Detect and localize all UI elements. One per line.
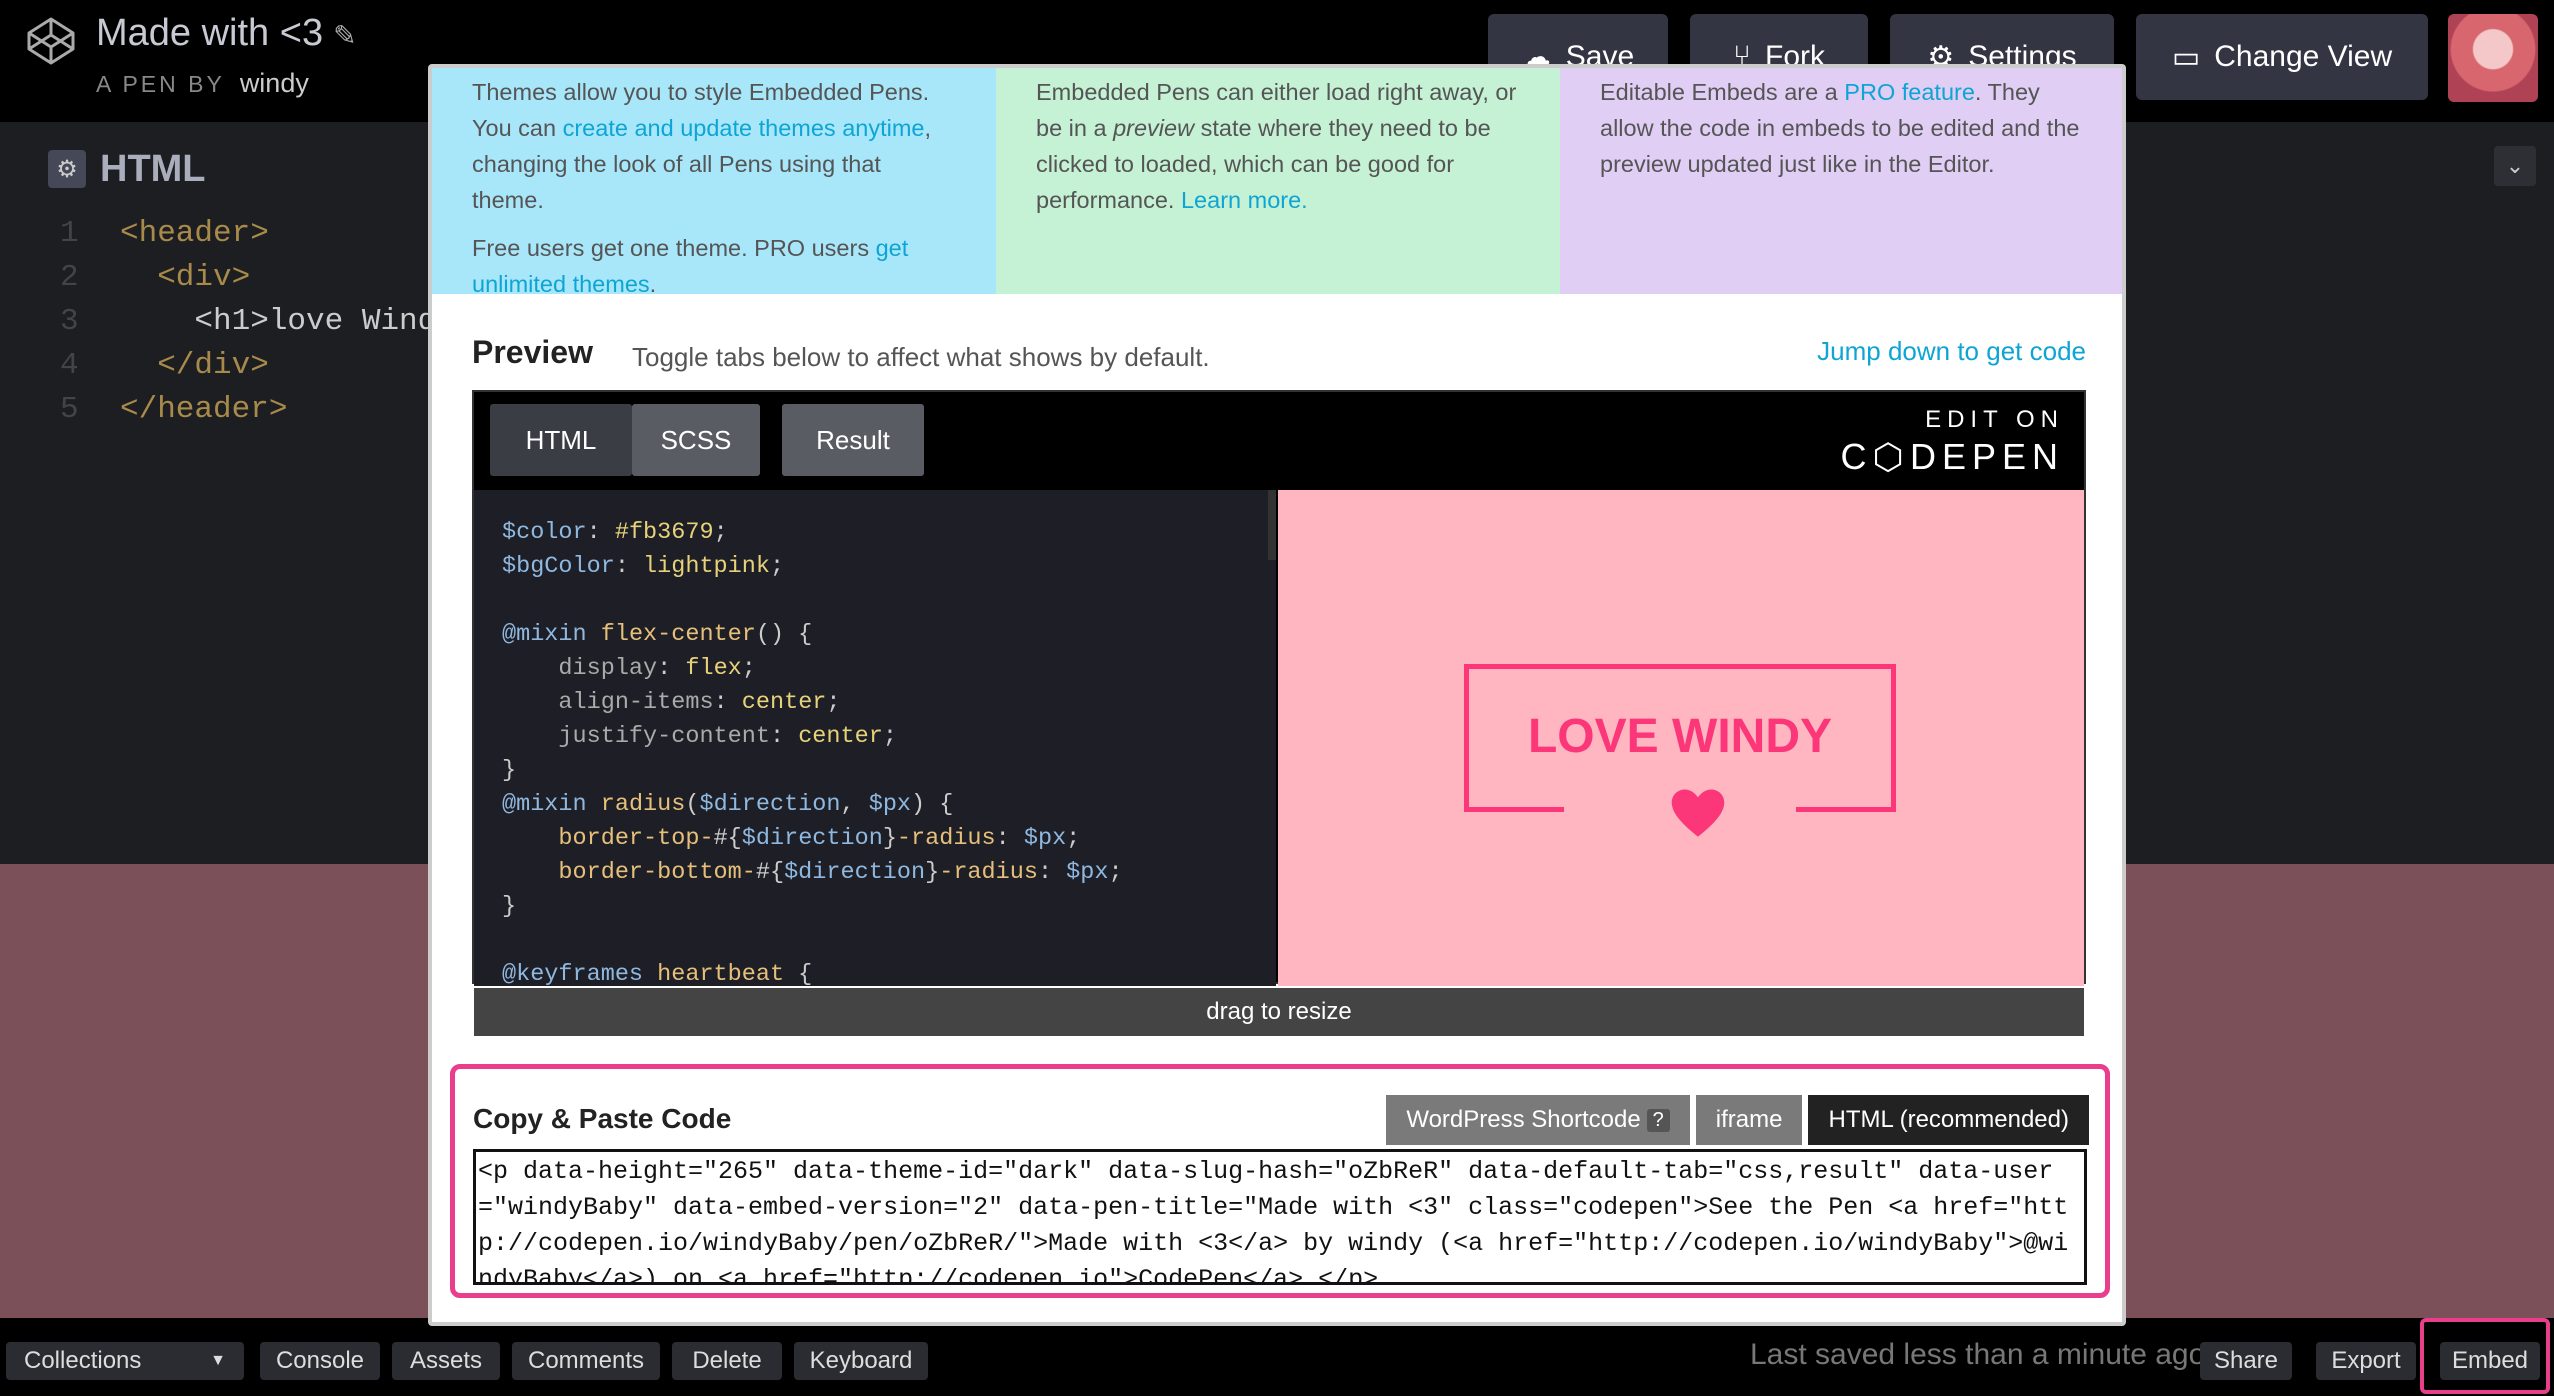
html-code[interactable]: 1 <header> 2 <div> 3 <h1>love Wind 4 </di… <box>60 212 436 432</box>
layout-icon: ▭ <box>2171 40 2201 74</box>
tab-html[interactable]: HTML <box>490 404 632 476</box>
share-button[interactable]: Share <box>2200 1342 2292 1380</box>
tab-html-recommended[interactable]: HTML (recommended) <box>1808 1095 2089 1145</box>
embed-preview: HTML SCSS Result EDIT ON C⬡DEPEN $color:… <box>472 390 2086 986</box>
preview-load-info: Embedded Pens can either load right away… <box>996 68 1560 294</box>
tab-result[interactable]: Result <box>782 404 924 476</box>
embed-tabs: HTML SCSS Result <box>490 404 924 476</box>
scss-code: $color: #fb3679; $bgColor: lightpink; @m… <box>502 519 1123 986</box>
code-line: 5 </header> <box>60 392 288 427</box>
themes-info: Themes allow you to style Embedded Pens.… <box>432 68 996 297</box>
code-line: 1 <header> <box>60 216 269 251</box>
copy-paste-section: Copy & Paste Code WordPress Shortcode? i… <box>450 1064 2110 1298</box>
pen-title[interactable]: Made with <3 ✎ <box>96 12 357 55</box>
heart-icon <box>1671 789 1725 837</box>
tab-scss[interactable]: SCSS <box>632 404 760 476</box>
footer-bar: Collections ▼ Console Assets Comments Del… <box>0 1318 2554 1396</box>
help-icon[interactable]: ? <box>1646 1108 1670 1132</box>
author-link[interactable]: windy <box>240 68 309 98</box>
jump-to-code-link[interactable]: Jump down to get code <box>1817 336 2086 367</box>
love-heading: LOVE WINDY <box>1527 710 1832 763</box>
keyboard-button[interactable]: Keyboard <box>794 1342 928 1380</box>
caret-down-icon: ▼ <box>210 1352 226 1369</box>
console-button[interactable]: Console <box>260 1342 380 1380</box>
drag-to-resize-handle[interactable]: drag to resize <box>474 988 2084 1036</box>
scrollbar[interactable] <box>1268 490 1276 560</box>
codepen-logo-icon[interactable] <box>26 16 76 66</box>
code-line: 4 </div> <box>60 348 269 383</box>
embed-code-textarea[interactable]: <p data-height="265" data-theme-id="dark… <box>473 1149 2087 1285</box>
scss-code-pane[interactable]: $color: #fb3679; $bgColor: lightpink; @m… <box>474 490 1276 986</box>
learn-more-link[interactable]: Learn more. <box>1181 187 1308 213</box>
copy-paste-title: Copy & Paste Code <box>473 1103 732 1134</box>
byline: A PEN BY windy <box>96 68 309 99</box>
avatar[interactable] <box>2448 14 2538 102</box>
pro-feature-link[interactable]: PRO feature <box>1844 79 1975 105</box>
code-line: 2 <div> <box>60 260 251 295</box>
collections-dropdown[interactable]: Collections ▼ <box>6 1342 244 1380</box>
embed-modal: Themes allow you to style Embedded Pens.… <box>428 64 2126 1326</box>
delete-button[interactable]: Delete <box>672 1342 782 1380</box>
copy-tabs: WordPress Shortcode? iframe HTML (recomm… <box>1386 1095 2089 1145</box>
tab-wordpress-shortcode[interactable]: WordPress Shortcode? <box>1386 1095 1690 1145</box>
last-saved-status: Last saved less than a minute ago <box>1750 1338 2206 1371</box>
pen-title-text: Made with <3 <box>96 12 324 54</box>
info-row: Themes allow you to style Embedded Pens.… <box>432 68 2122 297</box>
editor-header: ⚙ HTML <box>34 136 206 202</box>
editable-embeds-info: Editable Embeds are a PRO feature. They … <box>1560 68 2122 294</box>
preview-header: Preview Toggle tabs below to affect what… <box>472 334 2086 384</box>
preview-subtitle: Toggle tabs below to affect what shows b… <box>632 342 1210 372</box>
comments-button[interactable]: Comments <box>512 1342 660 1380</box>
byline-prefix: A PEN BY <box>96 71 225 97</box>
code-line: 3 <h1>love Wind <box>60 304 437 339</box>
pencil-icon[interactable]: ✎ <box>333 20 356 51</box>
tab-iframe[interactable]: iframe <box>1695 1095 1803 1145</box>
editor-settings-icon[interactable]: ⚙ <box>48 150 86 188</box>
preview-title: Preview <box>472 334 593 370</box>
themes-link[interactable]: create and update themes anytime <box>563 115 925 141</box>
editor-panel-label: HTML <box>100 147 206 190</box>
result-pane[interactable]: LOVE WINDY <box>1278 490 2084 986</box>
embed-button-highlight <box>2420 1318 2550 1394</box>
edit-on-codepen-link[interactable]: EDIT ON C⬡DEPEN <box>1841 406 2064 478</box>
chevron-down-icon[interactable]: ⌄ <box>2494 146 2536 186</box>
assets-button[interactable]: Assets <box>392 1342 500 1380</box>
change-view-button[interactable]: ▭ Change View <box>2136 14 2428 100</box>
export-button[interactable]: Export <box>2316 1342 2416 1380</box>
embed-code: <p data-height="265" data-theme-id="dark… <box>478 1157 2069 1285</box>
